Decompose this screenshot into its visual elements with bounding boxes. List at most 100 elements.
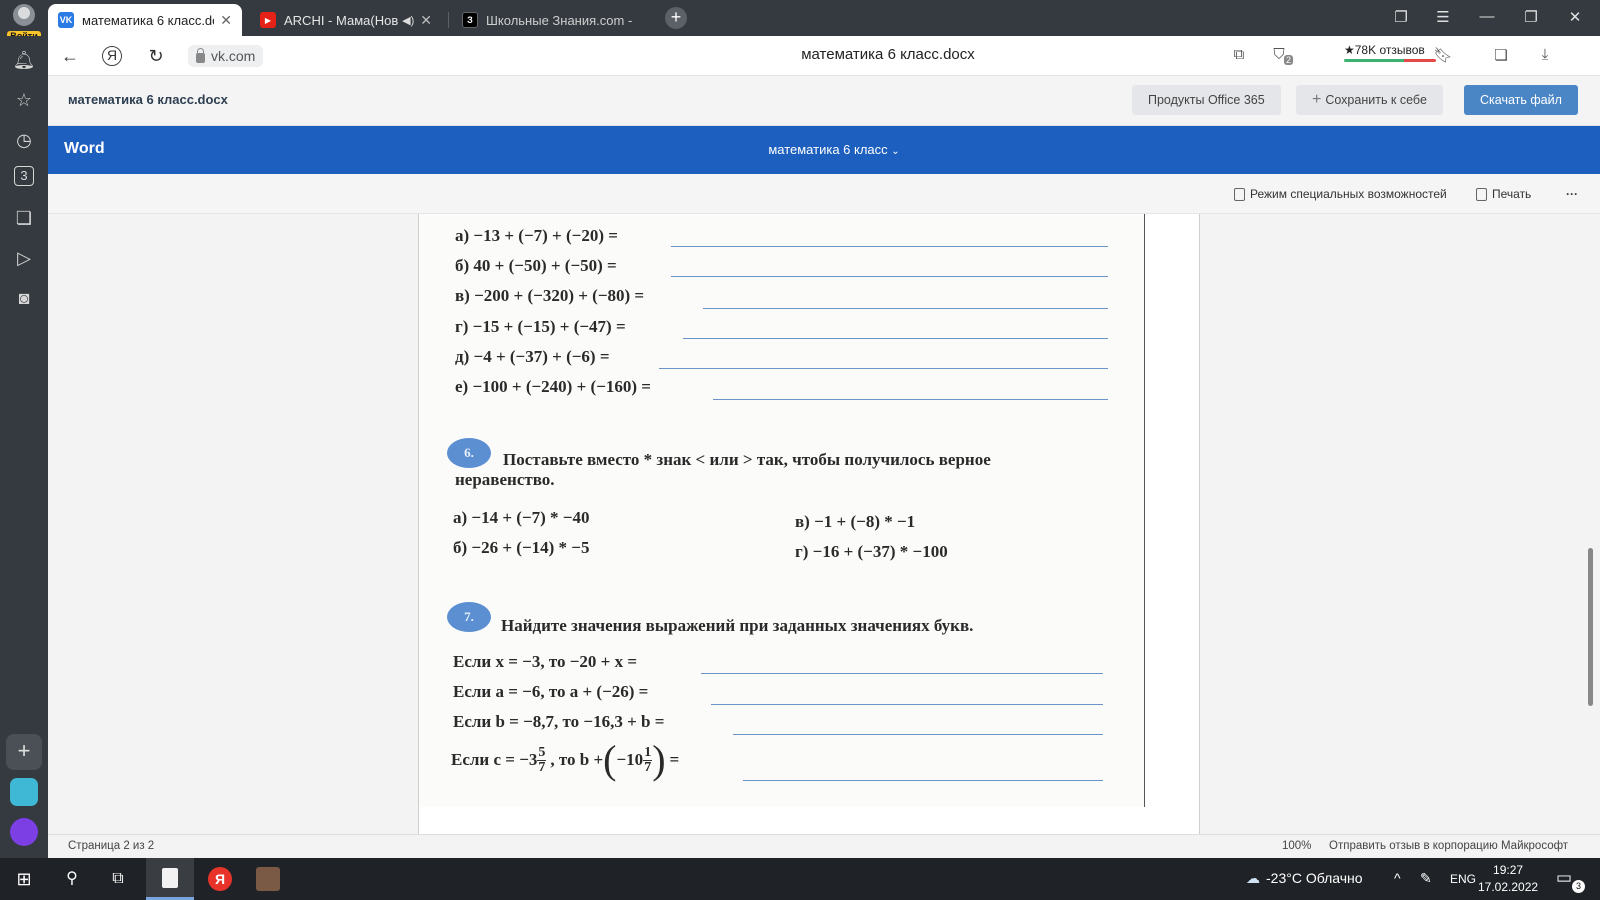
language-indicator[interactable]: ENG: [1450, 872, 1476, 886]
document-view[interactable]: а) −13 + (−7) + (−20) = б) 40 + (−50) + …: [48, 214, 1600, 834]
equation: в) −200 + (−320) + (−80) =: [455, 286, 645, 305]
lock-icon: [196, 47, 205, 63]
clock[interactable]: 19:27 17.02.2022: [1478, 862, 1538, 896]
collections-icon[interactable]: ❏: [12, 206, 36, 230]
minimize-icon[interactable]: —: [1472, 8, 1502, 25]
scanned-worksheet: а) −13 + (−7) + (−20) = б) 40 + (−50) + …: [419, 214, 1145, 807]
zoom-level[interactable]: 100%: [1282, 840, 1311, 852]
restore-icon[interactable]: ❐: [1516, 8, 1546, 26]
word-app-bar: Word математика 6 класс ⌄: [48, 126, 1600, 174]
left-paren: (: [603, 737, 617, 782]
search-icon[interactable]: ⚲: [60, 867, 84, 891]
answer-line: [703, 308, 1108, 310]
expression-fraction: Если c = −3 57 , то b + ( −10 17 ) =: [451, 737, 680, 782]
tab-title: математика 6 класс.docx: [82, 12, 214, 28]
tab-youtube[interactable]: ▶ ARCHI - Мама(Новый ◀) ✕: [250, 4, 442, 36]
taskbar-app-document[interactable]: [146, 858, 194, 900]
office-products-button[interactable]: Продукты Office 365: [1132, 85, 1281, 115]
taskbar-app-photo[interactable]: [244, 858, 292, 900]
speaker-icon[interactable]: ◀): [402, 14, 414, 27]
chevron-down-icon: ⌄: [891, 146, 900, 157]
print-button[interactable]: Печать: [1476, 187, 1531, 201]
save-label: Сохранить к себе: [1325, 93, 1427, 107]
translate-icon[interactable]: ⧉: [1228, 46, 1250, 66]
answer-line: [683, 338, 1108, 340]
download-icon[interactable]: ⤓: [1534, 46, 1556, 66]
answer-line: [743, 780, 1103, 782]
task-view-icon[interactable]: ⧉: [106, 867, 130, 891]
history-icon[interactable]: ◷: [12, 128, 36, 152]
windows-start-icon[interactable]: ⊞: [12, 867, 36, 891]
save-to-self-button[interactable]: + Сохранить к себе: [1296, 85, 1443, 115]
document-title-dropdown[interactable]: математика 6 класс ⌄: [684, 142, 984, 157]
more-options-button[interactable]: ···: [1566, 187, 1578, 201]
add-panel-button[interactable]: +: [6, 734, 42, 770]
media-icon[interactable]: ▷: [12, 246, 36, 270]
expression-suffix: =: [669, 750, 680, 769]
screenshot-icon[interactable]: ◙: [12, 286, 36, 310]
equation: а) −13 + (−7) + (−20) =: [455, 226, 618, 245]
taskbar-app-yandex[interactable]: Я: [196, 858, 244, 900]
fraction: 57: [537, 744, 547, 775]
expression-prefix: Если c = −3: [451, 750, 538, 769]
word-app-label: Word: [64, 140, 105, 157]
print-icon: [1476, 187, 1487, 201]
url-field[interactable]: vk.com: [188, 45, 264, 67]
rating-bar: [1344, 59, 1436, 62]
tabs-count-icon[interactable]: 3: [14, 166, 34, 186]
expression: Если a = −6, то a + (−26) =: [453, 682, 649, 701]
accessibility-mode-button[interactable]: Режим специальных возможностей: [1234, 187, 1447, 201]
numerator: 5: [537, 744, 547, 761]
document-title: математика 6 класс: [768, 142, 888, 157]
alice-icon[interactable]: [10, 818, 38, 846]
task-text: Поставьте вместо * знак < или > так, что…: [503, 450, 991, 469]
profile-button[interactable]: Войти: [4, 4, 44, 42]
document-app-icon: [162, 868, 178, 888]
address-bar: ← Я ↻ vk.com математика 6 класс.docx ⧉ ⛉…: [48, 36, 1600, 76]
avatar: [13, 4, 35, 26]
notifications-icon[interactable]: ▭: [1556, 868, 1572, 888]
cloud-icon: ☁: [1246, 870, 1260, 886]
messenger-icon[interactable]: [10, 778, 38, 806]
print-label: Печать: [1492, 187, 1532, 201]
feedback-link[interactable]: Отправить отзыв в корпорацию Майкрософт: [1329, 840, 1568, 852]
download-file-button[interactable]: Скачать файл: [1464, 85, 1578, 115]
answer-line: [701, 673, 1103, 675]
inequality: г) −16 + (−37) * −100: [795, 542, 948, 561]
office-header: математика 6 класс.docx Продукты Office …: [48, 76, 1600, 126]
menu-icon[interactable]: ☰: [1428, 8, 1458, 26]
answer-line: [671, 276, 1108, 278]
yandex-icon[interactable]: Я: [102, 46, 122, 66]
new-tab-button[interactable]: +: [665, 7, 687, 29]
chevron-up-icon[interactable]: ^: [1394, 870, 1401, 886]
scrollbar-thumb[interactable]: [1588, 548, 1593, 706]
inequality: а) −14 + (−7) * −40: [453, 508, 590, 527]
weather-text: -23°C Облачно: [1266, 870, 1363, 886]
answer-line: [713, 399, 1108, 401]
denominator: 7: [538, 759, 546, 775]
collections-icon[interactable]: ❏: [1490, 46, 1512, 66]
accessibility-icon: [1234, 187, 1245, 201]
bookmarks-panel-icon[interactable]: ❐: [1386, 8, 1416, 26]
tab-znanija[interactable]: З Школьные Знания.com - Р: [452, 4, 642, 36]
back-icon[interactable]: ←: [58, 44, 82, 68]
yandex-browser-icon: Я: [208, 867, 232, 891]
reviews-button[interactable]: ★78K отзывов: [1344, 43, 1436, 62]
pen-icon[interactable]: ✎: [1420, 870, 1432, 887]
badge-count: 2: [1284, 55, 1294, 65]
answer-line: [733, 734, 1103, 736]
close-icon[interactable]: ✕: [420, 12, 432, 29]
weather-widget[interactable]: ☁ -23°C Облачно: [1246, 870, 1363, 887]
tab-docx[interactable]: VK математика 6 класс.docx ✕: [48, 4, 242, 36]
bookmark-icon[interactable]: 🔖︎: [1432, 46, 1454, 66]
accessibility-label: Режим специальных возможностей: [1250, 187, 1447, 201]
znanija-icon: З: [462, 12, 478, 28]
close-window-icon[interactable]: ✕: [1560, 8, 1590, 26]
browser-sidebar: 🔔︎ ☆ ◷ 3 ❏ ▷ ◙ +: [0, 36, 48, 858]
close-icon[interactable]: ✕: [220, 12, 232, 29]
reload-icon[interactable]: ↻: [144, 44, 168, 68]
star-icon[interactable]: ☆: [12, 88, 36, 112]
bell-icon[interactable]: 🔔︎: [12, 48, 36, 72]
answer-line: [659, 368, 1108, 370]
task-number-badge: 7.: [447, 602, 491, 632]
